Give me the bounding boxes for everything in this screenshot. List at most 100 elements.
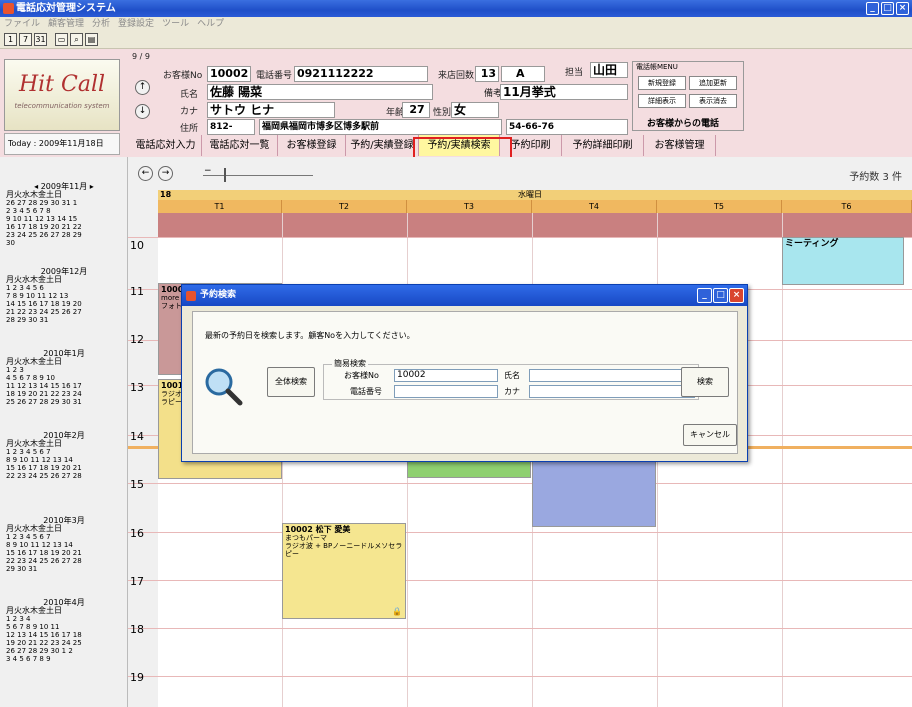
- print-icon[interactable]: ▤: [85, 33, 98, 46]
- open-icon[interactable]: ▭: [55, 33, 68, 46]
- hour-label: 10: [130, 239, 144, 252]
- tel-field[interactable]: 0921112222: [294, 66, 428, 82]
- menu-analysis[interactable]: 分析: [92, 17, 110, 31]
- staff-label: 担当: [565, 68, 584, 78]
- minimize-button[interactable]: _: [866, 2, 879, 15]
- detail-view-button[interactable]: 詳細表示: [638, 94, 686, 108]
- cancel-button[interactable]: キャンセル: [683, 424, 737, 446]
- calendar-month[interactable]: 2009年12月 月火水木金土日 1 2 3 4 5 67 8 9 10 11 …: [6, 268, 122, 325]
- customer-no-input[interactable]: 10002: [394, 369, 498, 382]
- appointment-block[interactable]: [532, 455, 656, 527]
- tab-call-list[interactable]: 電話応対一覧: [202, 135, 278, 156]
- hour-label: 18: [130, 623, 144, 636]
- close-button[interactable]: ×: [896, 2, 909, 15]
- window-titlebar: 電話応対管理システム _ □ ×: [0, 0, 912, 17]
- appointment-block[interactable]: 10002 松下 愛美 まつもパーマ ラジオ波 + BPノーニードルメソセラピー 🔒: [282, 523, 406, 619]
- search-tel-label: 電話番号: [350, 387, 382, 396]
- tel-label: 電話番号: [256, 71, 293, 81]
- name-label: 氏名: [180, 90, 199, 100]
- search-icon[interactable]: ⌕: [70, 33, 83, 46]
- next-day-icon[interactable]: →: [158, 166, 173, 181]
- tel2-field[interactable]: 54-66-76: [506, 119, 628, 135]
- prev-record-icon[interactable]: ↑: [135, 80, 150, 95]
- menu-tools[interactable]: ツール: [162, 17, 189, 31]
- clear-view-button[interactable]: 表示消去: [689, 94, 737, 108]
- customer-no-field[interactable]: 10002: [207, 66, 251, 82]
- tab-reservation-detail-print[interactable]: 予約詳細印刷: [562, 135, 644, 156]
- kana-field[interactable]: サトウ ヒナ: [207, 102, 335, 118]
- category-field[interactable]: A: [501, 66, 545, 82]
- header-band: [158, 213, 912, 237]
- visits-label: 来店回数: [438, 71, 475, 81]
- zoom-slider[interactable]: [203, 175, 313, 176]
- dialog-minimize-button[interactable]: _: [697, 288, 712, 303]
- phonebook-menu-title: 電話帳MENU: [636, 63, 678, 71]
- menu-customer[interactable]: 顧客管理: [48, 17, 84, 31]
- zoom-minus-icon[interactable]: −: [204, 166, 212, 176]
- menu-bar: ファイル 顧客管理 分析 登録設定 ツール ヘルプ: [0, 17, 912, 31]
- hour-label: 15: [130, 478, 144, 491]
- toolbar: 1 7 31 ▭ ⌕ ▤: [0, 31, 912, 49]
- zoom-slider-handle[interactable]: [224, 168, 226, 182]
- address-label: 住所: [180, 124, 199, 134]
- prev-day-icon[interactable]: ←: [138, 166, 153, 181]
- column-header: T1 T2 T3 T4 T5 T6: [158, 200, 912, 213]
- visits-field[interactable]: 13: [475, 66, 499, 82]
- schedule-controls: ← → − 予約数 3 件: [128, 157, 912, 190]
- dialog-maximize-button[interactable]: □: [713, 288, 728, 303]
- tel-input[interactable]: [394, 385, 498, 398]
- add-update-button[interactable]: 追加更新: [689, 76, 737, 90]
- next-month-icon[interactable]: ▸: [87, 182, 94, 191]
- calendar-month[interactable]: 2010年1月 月火水木金土日 1 2 34 5 6 7 8 9 10 11 12…: [6, 350, 122, 407]
- tab-customer-register[interactable]: お客様登録: [278, 135, 346, 156]
- dialog-title: 予約検索: [200, 290, 237, 300]
- tab-reservation-register[interactable]: 予約/実績登録: [346, 135, 419, 156]
- address-field[interactable]: 福岡県福岡市博多区博多駅前: [259, 119, 502, 135]
- menu-file[interactable]: ファイル: [4, 17, 40, 31]
- sex-field[interactable]: 女: [451, 102, 499, 118]
- weekday-label: 水曜日: [518, 190, 542, 199]
- dialog-titlebar: 予約検索 _ □ ×: [182, 285, 747, 306]
- new-register-button[interactable]: 新規登録: [638, 76, 686, 90]
- all-search-button[interactable]: 全体検索: [267, 367, 315, 397]
- menu-help[interactable]: ヘルプ: [197, 17, 224, 31]
- next-record-icon[interactable]: ↓: [135, 104, 150, 119]
- kana-input[interactable]: [529, 385, 695, 398]
- hour-label: 14: [130, 430, 144, 443]
- zip-field[interactable]: 812-0023: [207, 119, 255, 146]
- name-input[interactable]: [529, 369, 695, 382]
- week-view-icon[interactable]: 7: [19, 33, 32, 46]
- maximize-button[interactable]: □: [881, 2, 894, 15]
- tab-customer-manage[interactable]: お客様管理: [644, 135, 716, 156]
- dialog-close-button[interactable]: ×: [729, 288, 744, 303]
- logo: Hit Call telecommunication system: [4, 59, 120, 131]
- calendar-month[interactable]: 2010年4月 月火水木金土日 1 2 3 45 6 7 8 9 10 11 12…: [6, 599, 122, 664]
- age-field[interactable]: 27: [402, 102, 430, 118]
- column-t6: T6: [782, 200, 912, 213]
- search-button[interactable]: 検索: [681, 367, 729, 397]
- staff-field[interactable]: 山田: [590, 62, 628, 78]
- menu-settings[interactable]: 登録設定: [118, 17, 154, 31]
- kana-label: カナ: [180, 107, 199, 117]
- column-t3: T3: [407, 200, 532, 213]
- calendar-month[interactable]: 2010年3月 月火水木金土日 1 2 3 4 5 6 78 9 10 11 1…: [6, 517, 122, 574]
- lock-icon: 🔒: [392, 607, 402, 616]
- hour-label: 19: [130, 671, 144, 684]
- mini-calendar-panel: ◂ 2009年11月 ▸ 月火水木金土日 26 27 28 29 30 31 1…: [0, 157, 128, 707]
- tab-call-input[interactable]: 電話応対入力: [130, 135, 202, 156]
- magnifier-icon: [205, 368, 243, 406]
- dialog-app-icon: [186, 291, 196, 301]
- name-field[interactable]: 佐藤 陽菜: [207, 84, 433, 100]
- calendar-month[interactable]: 2010年2月 月火水木金土日 1 2 3 4 5 6 78 9 10 11 1…: [6, 432, 122, 481]
- incoming-call-label: お客様からの電話: [647, 119, 720, 129]
- simple-search-group: 簡易検索 お客様No 10002 電話番号 氏名 カナ: [323, 358, 699, 400]
- day-view-icon[interactable]: 1: [4, 33, 17, 46]
- hour-label: 12: [130, 333, 144, 346]
- month-view-icon[interactable]: 31: [34, 33, 47, 46]
- note-field[interactable]: 11月挙式: [500, 84, 628, 100]
- dialog-message: 最新の予約日を検索します。顧客Noを入力してください。: [205, 331, 415, 340]
- appointment-meeting[interactable]: ミーティング: [782, 237, 904, 285]
- calendar-month[interactable]: ◂ 2009年11月 ▸ 月火水木金土日 26 27 28 29 30 31 1…: [6, 182, 122, 248]
- hour-label: 16: [130, 527, 144, 540]
- record-seq: 9 / 9: [132, 52, 150, 61]
